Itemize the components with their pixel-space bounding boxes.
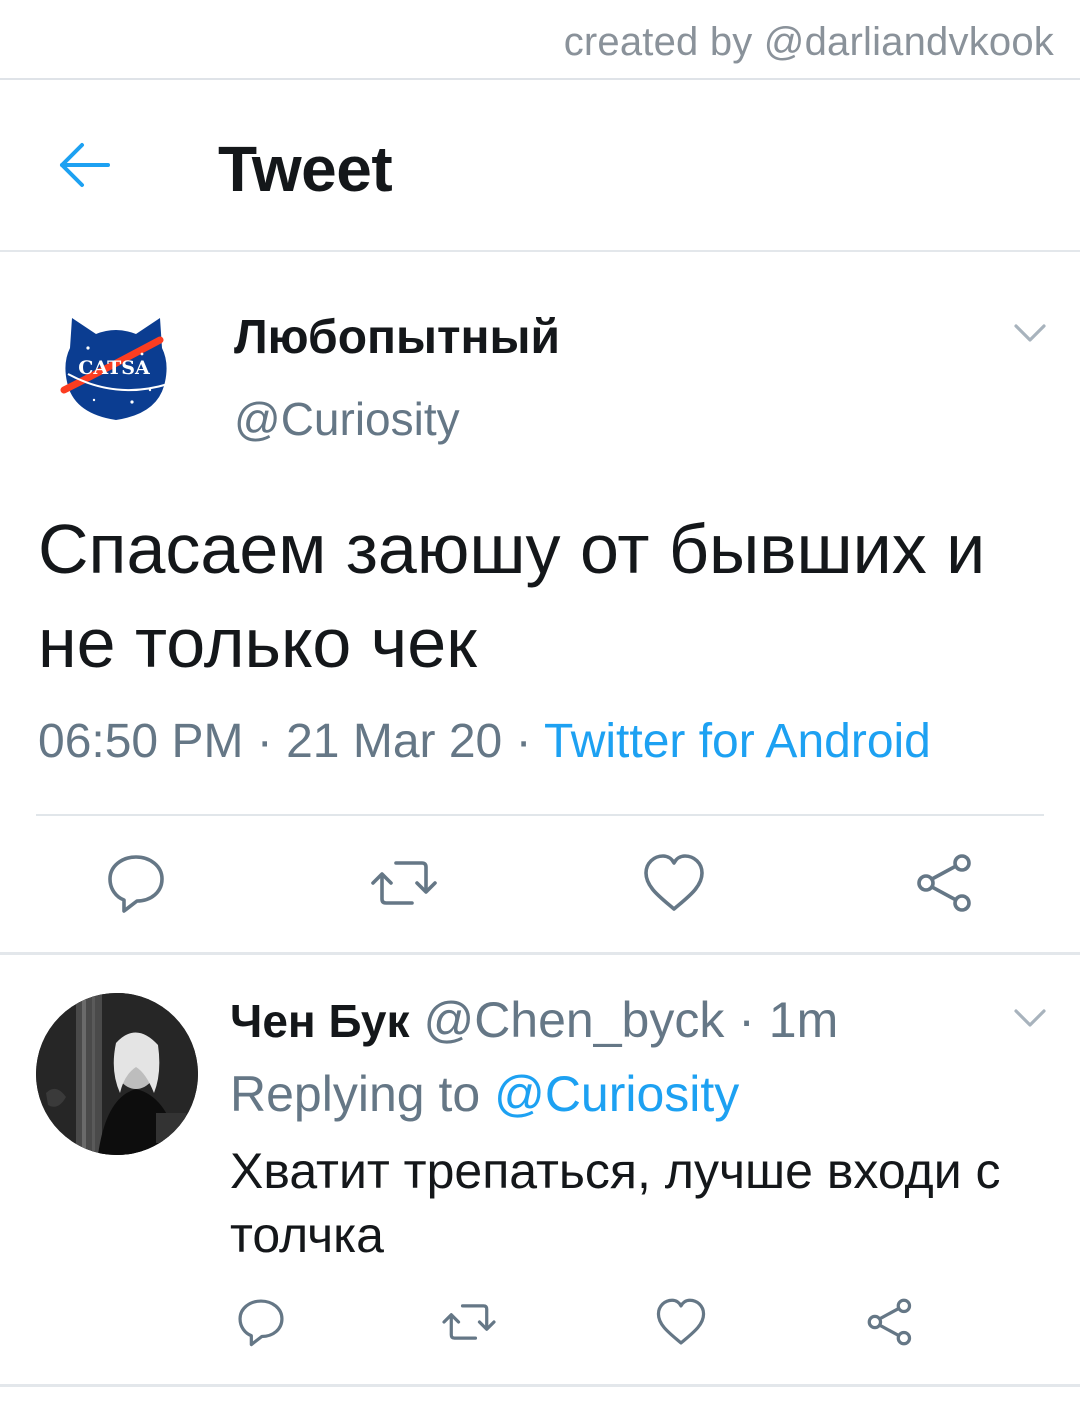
profile-photo	[36, 993, 198, 1155]
back-button[interactable]	[52, 132, 118, 198]
tweet-source-link[interactable]: Twitter for Android	[544, 715, 931, 768]
chevron-down-icon	[1014, 1009, 1046, 1027]
share-button[interactable]	[862, 1293, 920, 1351]
svg-text:CATSA: CATSA	[78, 357, 150, 379]
like-icon	[656, 1298, 706, 1345]
meta-separator: ·	[724, 992, 769, 1048]
main-tweet: CATSA Любопытный @Curiosity Спасаем заюш…	[0, 252, 1080, 952]
tweet-time: 06:50 PM	[38, 715, 244, 768]
tweet-text: Спасаем заюшу от бывших и не только чек	[38, 510, 986, 682]
replying-to: Replying to @Curiosity	[230, 1065, 739, 1123]
retweet-icon	[371, 861, 437, 905]
share-button[interactable]	[910, 847, 982, 919]
top-app-bar: Tweet	[0, 82, 1080, 252]
share-icon	[917, 854, 971, 912]
reply-text: Хватит трепаться, лучше входи с толчка	[230, 1143, 1001, 1263]
reply-icon	[238, 1299, 284, 1347]
credit-bar: created by @darliandvkook	[0, 0, 1080, 80]
replying-mention-link[interactable]: @Curiosity	[494, 1066, 739, 1122]
tweet-date: 21 Mar 20	[286, 715, 503, 768]
meta-separator: ·	[243, 715, 287, 768]
reply-button[interactable]	[100, 847, 172, 919]
author-name[interactable]: Любопытный	[234, 310, 560, 365]
catsa-logo: CATSA	[60, 318, 169, 420]
arrow-left-icon	[60, 143, 110, 187]
retweet-button[interactable]	[440, 1293, 498, 1351]
reply-icon	[108, 855, 164, 913]
like-button[interactable]	[652, 1293, 710, 1351]
like-icon	[644, 854, 704, 911]
tweet-menu-button[interactable]	[1010, 312, 1050, 352]
avatar[interactable]: CATSA	[60, 314, 172, 426]
replying-label: Replying to	[230, 1066, 481, 1122]
avatar[interactable]	[36, 993, 198, 1155]
reply-author-handle[interactable]: @Chen_byck	[423, 992, 724, 1048]
divider	[0, 1384, 1080, 1387]
meta-separator: ·	[502, 715, 545, 768]
page-title: Tweet	[218, 133, 393, 205]
divider	[36, 814, 1044, 816]
reply-header: Чен Бук @Chen_byck · 1m	[230, 991, 838, 1049]
share-icon	[867, 1298, 912, 1346]
like-button[interactable]	[638, 847, 710, 919]
retweet-button[interactable]	[368, 847, 440, 919]
reply-button[interactable]	[232, 1293, 290, 1351]
reply-tweet[interactable]: Чен Бук @Chen_byck · 1m Replying to @Cur…	[0, 955, 1080, 1385]
credit-text: created by @darliandvkook	[563, 20, 1054, 64]
tweet-meta: 06:50 PM · 21 Mar 20 · Twitter for Andro…	[38, 714, 931, 769]
reply-author-name[interactable]: Чен Бук	[230, 995, 410, 1047]
retweet-icon	[442, 1304, 496, 1340]
reply-time: 1m	[768, 992, 839, 1048]
chevron-down-icon	[1014, 324, 1046, 342]
author-handle[interactable]: @Curiosity	[234, 392, 460, 446]
reply-menu-button[interactable]	[1010, 997, 1050, 1037]
